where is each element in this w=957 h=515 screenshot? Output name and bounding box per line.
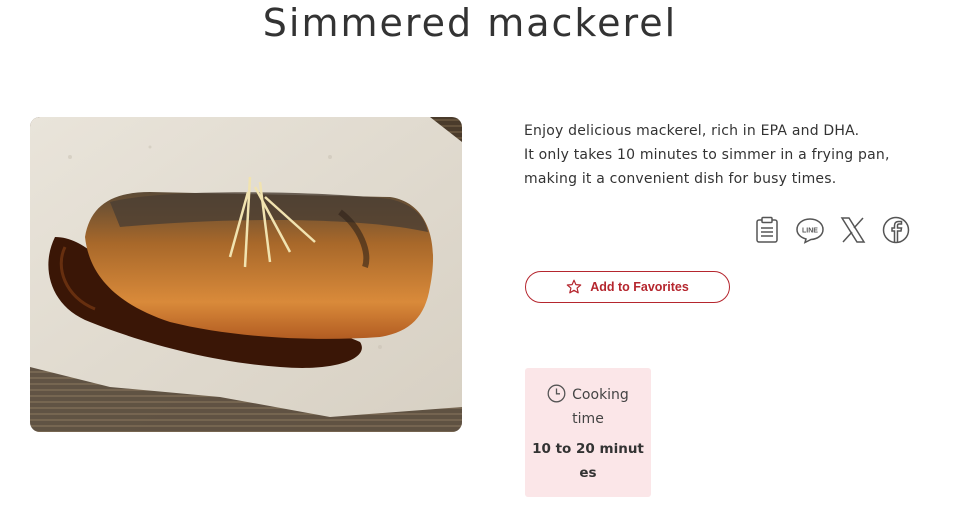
simmered-mackerel-photo	[30, 117, 462, 432]
facebook-icon[interactable]	[881, 215, 911, 245]
description-line: making it a convenient dish for busy tim…	[524, 171, 837, 187]
share-bar: LINE	[752, 215, 911, 245]
clock-icon	[547, 384, 566, 407]
recipe-photo	[30, 117, 462, 432]
line-icon[interactable]: LINE	[795, 215, 825, 245]
line-icon-text: LINE	[802, 228, 818, 235]
clipboard-icon[interactable]	[752, 215, 782, 245]
description-line: It only takes 10 minutes to simmer in a …	[524, 147, 890, 163]
add-to-favorites-label: Add to Favorites	[590, 280, 689, 294]
cooking-time-label-2: time	[572, 411, 604, 427]
page-title: Simmered mackerel	[262, 1, 678, 45]
cooking-time-card: Cooking time 10 to 20 minutes	[525, 368, 651, 497]
cooking-time-label: Cooking	[572, 387, 629, 403]
description-line: Enjoy delicious mackerel, rich in EPA an…	[524, 123, 860, 139]
star-icon	[566, 279, 582, 295]
recipe-description: Enjoy delicious mackerel, rich in EPA an…	[524, 119, 924, 191]
cooking-time-value: 10 to 20 minutes	[532, 441, 644, 481]
add-to-favorites-button[interactable]: Add to Favorites	[525, 271, 730, 303]
x-icon[interactable]	[838, 215, 868, 245]
